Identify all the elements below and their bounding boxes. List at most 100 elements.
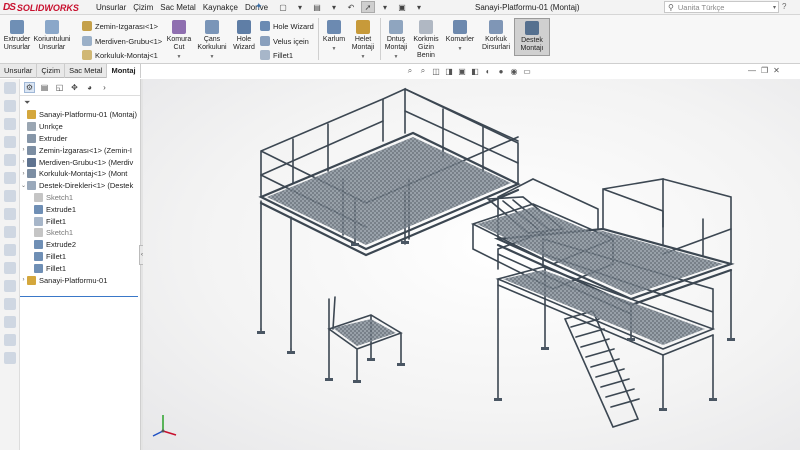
rollback-bar[interactable] (20, 296, 138, 297)
menu-item-sac-metal[interactable]: Sac Metal (160, 3, 196, 12)
zoom-area-icon[interactable]: ⌕ (418, 66, 428, 76)
korunt-button[interactable]: Koriuntuluni Unsurlar (34, 20, 70, 52)
platform-model[interactable] (143, 79, 800, 450)
menu-item-unsurlar[interactable]: Unsurlar (96, 3, 126, 12)
strip-icon[interactable] (4, 226, 16, 238)
tree-item[interactable]: › Sanayi-Platformu-01 (20, 274, 140, 286)
save-icon[interactable]: ▤ (310, 1, 324, 13)
tree-item[interactable]: Extrude1 (20, 203, 140, 215)
display-style-icon[interactable]: ◧ (470, 66, 480, 76)
options-dropdown-icon[interactable]: ▾ (412, 1, 426, 13)
zoom-fit-icon[interactable]: ⌕ (405, 66, 415, 76)
undo-icon[interactable]: ↶ (344, 1, 358, 13)
korkuk-dirsurlari-button[interactable]: Korkuk Dirsurlari (479, 20, 513, 52)
strip-icon[interactable] (4, 352, 16, 364)
tree-root[interactable]: Sanayi-Platformu-01 (Montaj) (20, 109, 140, 121)
tree-item[interactable]: Fillet1 (20, 262, 140, 274)
section-view-icon[interactable]: ◨ (444, 66, 454, 76)
print-icon[interactable]: ▾ (327, 1, 341, 13)
strip-icon[interactable] (4, 262, 16, 274)
fillet-icon (260, 50, 270, 60)
tab-cizim[interactable]: Çizim (37, 64, 66, 78)
tree-item[interactable]: Extrude2 (20, 239, 140, 251)
edit-appearance-icon[interactable]: ● (496, 66, 506, 76)
display-manager-icon[interactable]: ◕ (84, 82, 95, 93)
search-box[interactable]: ⚲ Uanita Türkçe ▾ (664, 1, 779, 13)
tree-item[interactable]: Fillet1 (20, 215, 140, 227)
strip-icon[interactable] (4, 100, 16, 112)
strip-icon[interactable] (4, 82, 16, 94)
command-tabs: Unsurlar Çizim Sac Metal Montaj (0, 64, 141, 78)
strip-icon[interactable] (4, 334, 16, 346)
hole-wizard-big-button[interactable]: Hole Wizard (230, 20, 258, 52)
merdiven-command[interactable]: Merdiven-Grubu<1> (82, 36, 162, 46)
part-icon (27, 157, 36, 167)
pin-icon[interactable]: ✦ (255, 1, 266, 13)
tree-item[interactable]: Fillet1 (20, 251, 140, 263)
extruder-button[interactable]: Extruder Unsurlar (2, 20, 32, 52)
help-icon[interactable]: ? (782, 2, 786, 11)
open-icon[interactable]: ▾ (293, 1, 307, 13)
tree-item[interactable]: › Merdiven-Grubu<1> (Merdiv (20, 156, 140, 168)
tree-item[interactable]: Sketch1 (20, 227, 140, 239)
tab-montaj[interactable]: Montaj (107, 64, 141, 78)
zemin-command[interactable]: Zemin-Izgarası<1> (82, 21, 158, 31)
menu-item-cizim[interactable]: Çizim (133, 3, 153, 12)
strip-icon[interactable] (4, 154, 16, 166)
revolve-cut-icon (205, 20, 219, 34)
strip-icon[interactable] (4, 298, 16, 310)
hide-show-icon[interactable]: ◐ (483, 66, 493, 76)
strip-icon[interactable] (4, 280, 16, 292)
tree-item[interactable]: ⌄ Destek-Direkleri<1> (Destek (20, 180, 140, 192)
tree-item[interactable]: Extruder (20, 133, 140, 145)
tree-item[interactable]: › Zemin-İzgarası<1> (Zemin-I (20, 144, 140, 156)
hole-wizard-command[interactable]: Hole Wizard (260, 21, 314, 31)
loft-icon (82, 36, 92, 46)
strip-icon[interactable] (4, 136, 16, 148)
rib-icon (489, 20, 503, 34)
filter-icon[interactable]: ⏷ (20, 96, 140, 109)
komura-cut-button[interactable]: Komura Cut ▼ (164, 20, 194, 61)
karlum-button[interactable]: Karlum ▼ (322, 20, 346, 53)
graphics-area[interactable] (143, 79, 800, 450)
minimize-icon[interactable]: — (748, 66, 756, 75)
tree-item[interactable]: › Korkuluk-Montaj<1> (Mont (20, 168, 140, 180)
menu-item-kaynakce[interactable]: Kaynakçe (203, 3, 238, 12)
tab-sac-metal[interactable]: Sac Metal (65, 64, 108, 78)
assembly-icon (27, 275, 36, 285)
dimxpert-icon[interactable]: ✥ (69, 82, 80, 93)
strip-icon[interactable] (4, 172, 16, 184)
tree-item[interactable]: Unrkçe (20, 121, 140, 133)
rebuild-icon[interactable]: ▾ (378, 1, 392, 13)
scene-icon[interactable]: ◉ (509, 66, 519, 76)
new-doc-icon[interactable]: ▢ (276, 1, 290, 13)
strip-icon[interactable] (4, 190, 16, 202)
strip-icon[interactable] (4, 244, 16, 256)
dntus-montaji-button[interactable]: Dntuş Montaji ▼ (383, 20, 409, 61)
komarler-button[interactable]: Komarler ▼ (444, 20, 476, 53)
strip-icon[interactable] (4, 316, 16, 328)
close-icon[interactable]: ✕ (773, 66, 780, 75)
cans-korkuluni-button[interactable]: Çans Korkuluni ▼ (196, 20, 228, 61)
search-dropdown-icon[interactable]: ▾ (773, 4, 776, 11)
feature-tree-icon[interactable]: ⚙ (24, 81, 35, 93)
panel-expand-icon[interactable]: › (99, 82, 110, 93)
korkmis-button[interactable]: Korkmis Gizin Benin (411, 20, 441, 60)
configuration-icon[interactable]: ◱ (54, 82, 65, 93)
previous-view-icon[interactable]: ◫ (431, 66, 441, 76)
restore-icon[interactable]: ❐ (761, 66, 768, 75)
tree-item[interactable]: Sketch1 (20, 192, 140, 204)
strip-icon[interactable] (4, 118, 16, 130)
strip-icon[interactable] (4, 208, 16, 220)
fillet-command[interactable]: Fillet1 (260, 50, 293, 60)
select-icon[interactable]: ➚ (361, 1, 375, 13)
velus-command[interactable]: Velus içein (260, 36, 309, 46)
property-manager-icon[interactable]: ▤ (39, 82, 50, 93)
view-orientation-icon[interactable]: ▣ (457, 66, 467, 76)
destek-montaji-button[interactable]: Destek Montajı (514, 18, 550, 56)
helet-montaji-button[interactable]: Helet Montaji ▼ (349, 20, 377, 61)
view-settings-icon[interactable]: ▭ (522, 66, 532, 76)
tab-unsurlar[interactable]: Unsurlar (0, 64, 38, 78)
korkuluk-command[interactable]: Korkuluk-Montaj<1 (82, 50, 158, 60)
options-icon[interactable]: ▣ (395, 1, 409, 13)
